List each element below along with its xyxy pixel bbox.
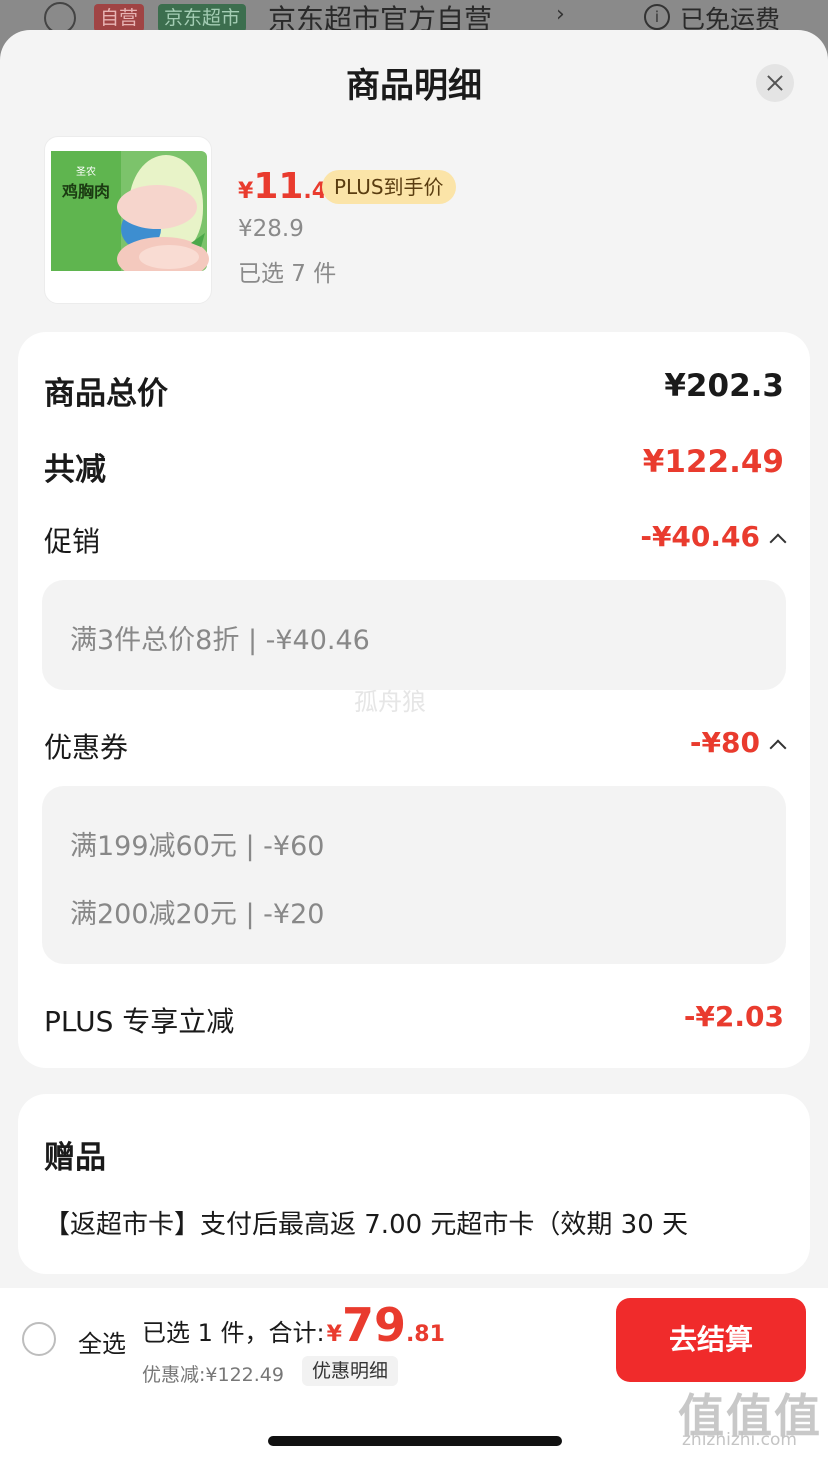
discount-summary: 优惠减:¥122.49 (142, 1364, 284, 1386)
total-price-label: 商品总价 (44, 376, 168, 412)
selected-quantity: 已选 7 件 (238, 261, 337, 287)
original-price: ¥28.9 (238, 216, 304, 242)
supermarket-tag: 京东超市 (158, 4, 247, 32)
select-all-radio[interactable] (22, 1322, 56, 1356)
chevron-right-icon: › (556, 2, 565, 27)
checkout-bar: 全选 已选 1 件，合计: ¥ 79 .81 优惠减:¥122.49 优惠明细 … (0, 1288, 828, 1462)
chevron-up-icon (769, 739, 787, 757)
price-currency: ¥ (238, 179, 254, 204)
chicken-breast-package-image: 圣农 鸡胸肉 (51, 151, 209, 301)
plus-discount-label: PLUS 专享立减 (44, 1005, 235, 1038)
total-reduction-label: 共减 (44, 452, 106, 488)
total-price-value: ¥202.3 (664, 368, 784, 404)
product-image: 圣农 鸡胸肉 (44, 136, 212, 304)
total-reduction-value: ¥122.49 (642, 444, 784, 480)
plus-discount-value: -¥2.03 (683, 1000, 784, 1033)
promotion-item: 满3件总价8折 | -¥40.46 (70, 625, 370, 656)
self-operated-tag: 自营 (94, 4, 145, 32)
checkout-button[interactable]: 去结算 (616, 1298, 806, 1382)
gift-title: 赠品 (44, 1140, 106, 1176)
price-integer: 11 (253, 166, 304, 207)
promotion-label: 促销 (44, 525, 101, 558)
coupon-toggle[interactable]: -¥80 (689, 726, 787, 759)
package-label: 鸡胸肉 (61, 182, 110, 201)
promotion-toggle[interactable]: -¥40.46 (640, 520, 787, 553)
total-integer: 79 (341, 1298, 406, 1352)
coupon-item: 满199减60元 | -¥60 (70, 831, 325, 862)
info-icon[interactable]: i (644, 4, 670, 30)
gift-card: 赠品 【返超市卡】支付后最高返 7.00 元超市卡（效期 30 天 (18, 1094, 810, 1274)
discount-detail-button[interactable]: 优惠明细 (302, 1356, 399, 1386)
coupon-value: -¥80 (689, 726, 760, 759)
site-url: zhizhizhi.com (682, 1430, 797, 1450)
price-breakdown-card: 商品总价 ¥202.3 共减 ¥122.49 促销 -¥40.46 满3件总价8… (18, 332, 810, 1068)
chevron-up-icon (769, 533, 787, 551)
gift-description: 【返超市卡】支付后最高返 7.00 元超市卡（效期 30 天 (44, 1210, 689, 1240)
sheet-title: 商品明细 (346, 66, 482, 106)
promotion-detail-box: 满3件总价8折 | -¥40.46 (42, 580, 786, 690)
plus-price-badge: PLUS到手价 (322, 170, 456, 204)
promotion-value: -¥40.46 (640, 520, 760, 553)
product-detail-sheet: 商品明细 圣农 鸡胸肉 ¥ 11 .4 PLUS到手价 ¥28.9 已选 7 件… (0, 30, 828, 1462)
close-icon[interactable] (756, 64, 794, 102)
coupon-label: 优惠券 (44, 731, 129, 764)
home-indicator[interactable] (268, 1436, 562, 1446)
coupon-item: 满200减20元 | -¥20 (70, 899, 325, 930)
total-decimal: .81 (405, 1322, 445, 1347)
plus-price: ¥ 11 .4 (238, 166, 327, 207)
total-summary-label: 已选 1 件，合计: (142, 1319, 325, 1347)
select-all-label[interactable]: 全选 (78, 1324, 126, 1359)
coupon-detail-box: 满199减60元 | -¥60 满200减20元 | -¥20 (42, 786, 786, 964)
order-total: 已选 1 件，合计: ¥ 79 .81 (142, 1298, 445, 1352)
total-currency: ¥ (326, 1322, 342, 1347)
brand-mark: 圣农 (76, 165, 96, 178)
watermark-text: 孤舟狼 (354, 688, 426, 716)
